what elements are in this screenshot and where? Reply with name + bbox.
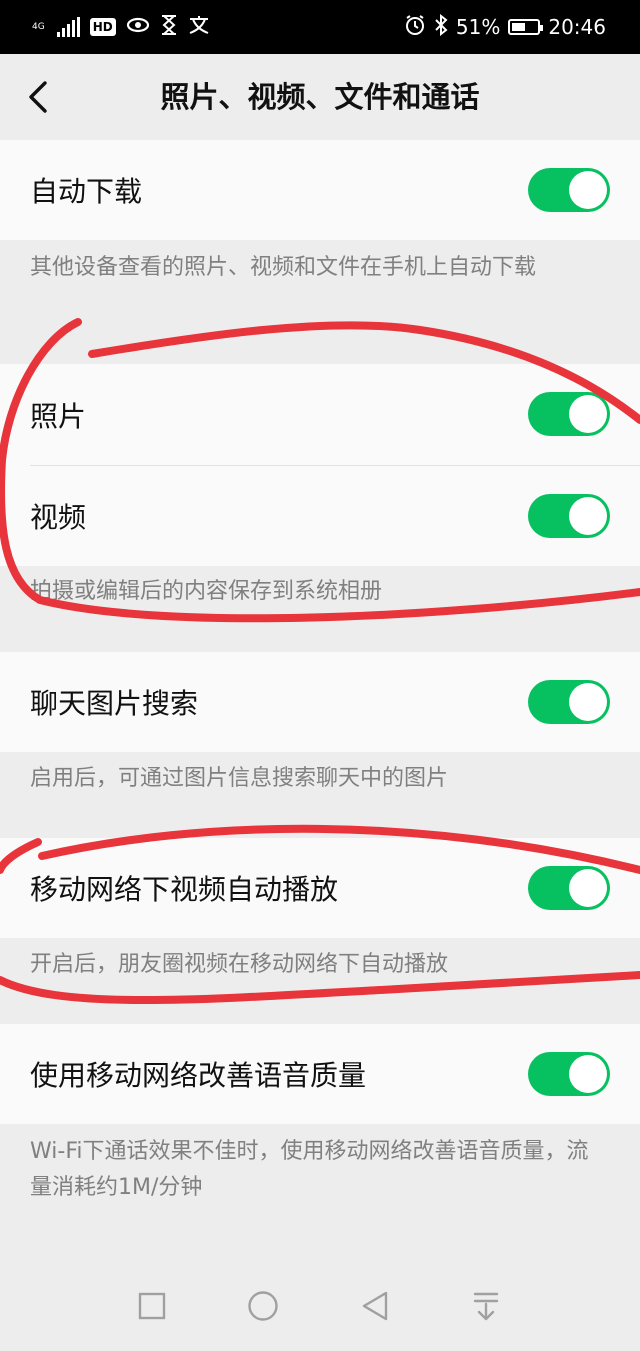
eye-icon	[126, 16, 150, 38]
hd-badge: HD	[89, 18, 116, 36]
status-left: 4G HD	[32, 13, 210, 41]
mobile-voice-quality-description: Wi-Fi下通话效果不佳时，使用移动网络改善语音质量，流量消耗约1M/分钟	[30, 1139, 589, 1200]
toggle-knob	[569, 683, 607, 721]
photos-toggle[interactable]	[528, 392, 610, 436]
mobile-voice-quality-toggle[interactable]	[528, 1052, 610, 1096]
setting-mobile-autoplay: 移动网络下视频自动播放	[0, 838, 640, 938]
network-type: 4G	[32, 21, 45, 32]
battery-fill	[512, 23, 525, 31]
setting-auto-download: 自动下载	[0, 140, 640, 240]
status-right: 51% 20:46	[404, 13, 606, 41]
setting-label: 视频	[30, 501, 87, 534]
chevron-left-icon	[29, 81, 47, 113]
battery-percent: 51%	[455, 15, 501, 39]
setting-label: 移动网络下视频自动播放	[30, 873, 339, 906]
translate-icon	[188, 15, 210, 39]
save-description: 拍摄或编辑后的内容保存到系统相册	[30, 579, 383, 604]
setting-label: 照片	[30, 399, 87, 433]
mobile-autoplay-toggle[interactable]	[528, 866, 610, 910]
page-title: 照片、视频、文件和通话	[160, 80, 480, 114]
chat-image-search-toggle[interactable]	[528, 680, 610, 724]
setting-label: 使用移动网络改善语音质量	[30, 1059, 367, 1092]
triangle-back-icon[interactable]	[355, 1286, 395, 1326]
setting-label: 聊天图片搜索	[30, 687, 199, 720]
status-bar: 4G HD 51% 20:46	[0, 0, 640, 54]
setting-chat-image-search: 聊天图片搜索	[0, 652, 640, 752]
mobile-autoplay-description: 开启后，朋友圈视频在移动网络下自动播放	[30, 952, 449, 977]
settings-group-media: 照片 视频	[0, 364, 640, 566]
setting-mobile-voice-quality: 使用移动网络改善语音质量	[0, 1024, 640, 1124]
hourglass-icon	[160, 14, 178, 40]
toggle-knob	[569, 1055, 607, 1093]
notification-pull-icon[interactable]	[466, 1286, 506, 1326]
setting-label: 自动下载	[30, 175, 143, 208]
setting-videos: 视频	[0, 466, 640, 566]
setting-photos: 照片	[0, 364, 640, 465]
toggle-knob	[569, 171, 607, 209]
nav-bar: 照片、视频、文件和通话	[0, 54, 640, 140]
signal-icon	[56, 17, 80, 37]
toggle-knob	[569, 869, 607, 907]
alarm-icon	[404, 14, 426, 41]
toggle-knob	[569, 395, 607, 433]
videos-toggle[interactable]	[528, 494, 610, 538]
auto-download-toggle[interactable]	[528, 168, 610, 212]
toggle-knob	[569, 497, 607, 535]
circle-home-icon[interactable]	[243, 1286, 283, 1326]
square-recents-icon[interactable]	[132, 1286, 172, 1326]
auto-download-description: 其他设备查看的照片、视频和文件在手机上自动下载	[30, 255, 537, 280]
clock: 20:46	[548, 15, 606, 39]
battery-icon	[508, 19, 544, 35]
back-button[interactable]	[18, 72, 58, 122]
system-nav-bar	[0, 1266, 640, 1351]
bluetooth-icon	[434, 13, 448, 41]
chat-image-search-description: 启用后，可通过图片信息搜索聊天中的图片	[30, 766, 449, 791]
